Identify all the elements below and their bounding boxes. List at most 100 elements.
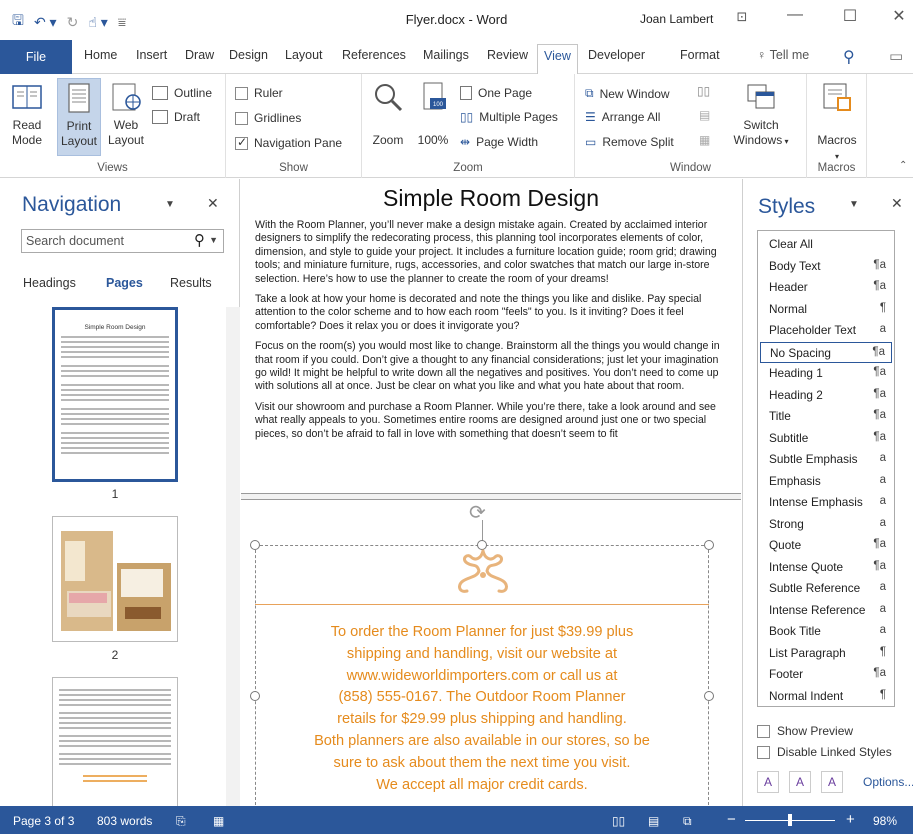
style-inspector-button[interactable]: A <box>789 771 811 793</box>
document-area[interactable]: Simple Room Design With the Room Planner… <box>241 179 741 806</box>
outline-button[interactable]: Outline <box>152 86 212 100</box>
ribbon-display-options-icon[interactable]: ⊡ <box>727 9 757 25</box>
style-item[interactable]: Footer ¶a <box>760 664 892 685</box>
navigation-search-input[interactable]: Search document ⚲ ▼ <box>21 229 224 253</box>
user-name[interactable]: Joan Lambert <box>640 12 713 26</box>
style-item[interactable]: Subtitle ¶a <box>760 428 892 449</box>
zoom-button[interactable]: Zoom <box>368 80 408 148</box>
style-item[interactable]: Quote ¶a <box>760 535 892 556</box>
view-side-by-side-button[interactable]: ▯▯ <box>697 84 710 98</box>
resize-handle[interactable] <box>704 540 714 550</box>
page-count[interactable]: Page 3 of 3 <box>13 814 74 828</box>
close-button[interactable]: ✕ <box>884 6 913 26</box>
new-window-button[interactable]: ⧉ New Window <box>585 86 670 101</box>
style-item[interactable]: Clear All <box>760 234 892 255</box>
collapse-ribbon-icon[interactable]: ⌃ <box>899 160 907 171</box>
zoom-level[interactable]: 98% <box>873 814 897 828</box>
minimize-button[interactable]: — <box>780 6 810 24</box>
search-icon[interactable]: ⚲ <box>194 231 205 249</box>
style-item[interactable]: Subtle Emphasis a <box>760 449 892 470</box>
draft-button[interactable]: Draft <box>152 110 200 124</box>
chevron-down-icon[interactable]: ▼ <box>209 235 218 245</box>
style-item-selected[interactable]: No Spacing ¶a <box>760 341 892 363</box>
style-item[interactable]: Normal Indent ¶ <box>760 686 892 707</box>
style-item[interactable]: Placeholder Text a <box>760 320 892 341</box>
resize-handle[interactable] <box>704 691 714 701</box>
read-mode-view-icon[interactable]: ▯▯ <box>612 814 625 828</box>
tab-results[interactable]: Results <box>170 276 212 290</box>
style-item[interactable]: Intense Emphasis a <box>760 492 892 513</box>
word-count[interactable]: 803 words <box>97 814 152 828</box>
style-item[interactable]: List Paragraph ¶ <box>760 643 892 664</box>
macros-button[interactable]: Macros ▾ <box>811 80 863 164</box>
styles-options-link[interactable]: Options... <box>863 775 913 789</box>
manage-styles-button[interactable]: A <box>821 771 843 793</box>
tab-home[interactable]: Home <box>84 48 117 62</box>
read-mode-button[interactable]: Read Mode <box>8 80 46 148</box>
macro-recording-icon[interactable]: ▦ <box>213 814 224 828</box>
print-layout-view-icon[interactable]: ▤ <box>648 814 659 828</box>
web-layout-button[interactable]: Web Layout <box>104 80 148 148</box>
tab-view[interactable]: View <box>537 44 578 75</box>
resize-handle[interactable] <box>250 540 260 550</box>
close-icon[interactable]: ✕ <box>207 195 219 212</box>
switch-windows-button[interactable]: Switch Windows ▾ <box>733 80 789 149</box>
one-page-button[interactable]: One Page <box>460 86 532 100</box>
maximize-button[interactable]: ☐ <box>835 6 865 26</box>
style-item[interactable]: Book Title a <box>760 621 892 642</box>
tab-insert[interactable]: Insert <box>136 48 167 62</box>
gridlines-checkbox[interactable]: Gridlines <box>235 111 301 125</box>
document-body[interactable]: With the Room Planner, you’ll never make… <box>255 219 729 448</box>
zoom-in-button[interactable]: + <box>846 811 855 828</box>
style-item[interactable]: Strong a <box>760 514 892 535</box>
tab-design[interactable]: Design <box>229 48 268 62</box>
pane-options-icon[interactable]: ▼ <box>165 199 175 210</box>
style-item[interactable]: Intense Reference a <box>760 600 892 621</box>
page-thumbnail-2[interactable] <box>52 516 178 642</box>
tab-developer[interactable]: Developer <box>588 48 645 62</box>
share-icon[interactable]: ⚲ <box>843 47 855 67</box>
navigation-pane-checkbox[interactable]: Navigation Pane <box>235 135 342 150</box>
tell-me-box[interactable]: ♀ Tell me <box>757 48 809 62</box>
page-thumbnail-1[interactable]: Simple Room Design <box>52 307 178 482</box>
tab-mailings[interactable]: Mailings <box>423 48 469 62</box>
synchronous-scrolling-button[interactable]: ▤ <box>699 108 710 122</box>
tab-review[interactable]: Review <box>487 48 528 62</box>
style-item[interactable]: Subtle Reference a <box>760 578 892 599</box>
close-icon[interactable]: ✕ <box>891 195 903 212</box>
navigation-scrollbar[interactable] <box>226 307 240 806</box>
tab-draw[interactable]: Draw <box>185 48 214 62</box>
multiple-pages-button[interactable]: ▯▯ Multiple Pages <box>460 110 558 124</box>
new-style-button[interactable]: A <box>757 771 779 793</box>
zoom-out-button[interactable]: − <box>727 811 736 828</box>
style-item[interactable]: Emphasis a <box>760 471 892 492</box>
arrange-all-button[interactable]: ☰ Arrange All <box>585 110 660 124</box>
reset-window-position-button[interactable]: ▦ <box>699 133 710 147</box>
style-item[interactable]: Title ¶a <box>760 406 892 427</box>
flyer-order-text[interactable]: To order the Room Planner for just $39.9… <box>271 622 693 796</box>
remove-split-button[interactable]: ▭ Remove Split <box>585 135 674 149</box>
style-item[interactable]: Body Text ¶a <box>760 256 892 277</box>
comments-icon[interactable]: ▭ <box>889 47 903 65</box>
page-thumbnail-3[interactable] <box>52 677 178 806</box>
style-item[interactable]: Heading 2 ¶a <box>760 385 892 406</box>
ruler-checkbox[interactable]: Ruler <box>235 86 283 100</box>
rotate-handle-icon[interactable]: ⟳ <box>469 500 486 525</box>
style-item[interactable]: Heading 1 ¶a <box>760 363 892 384</box>
tab-file[interactable]: File <box>0 40 72 74</box>
zoom-100-button[interactable]: 100 100% <box>414 80 452 148</box>
print-layout-button[interactable]: Print Layout <box>57 78 101 156</box>
pane-options-icon[interactable]: ▼ <box>849 199 859 210</box>
web-layout-view-icon[interactable]: ⧉ <box>683 814 692 829</box>
style-item[interactable]: Intense Quote ¶a <box>760 557 892 578</box>
proofing-icon[interactable]: ⎘ <box>176 814 186 829</box>
style-item[interactable]: Header ¶a <box>760 277 892 298</box>
style-item[interactable]: Normal ¶ <box>760 299 892 320</box>
page-width-button[interactable]: ⇹ Page Width <box>460 135 538 149</box>
tab-format[interactable]: Format <box>680 48 720 62</box>
tab-references[interactable]: References <box>342 48 406 62</box>
resize-handle[interactable] <box>250 691 260 701</box>
zoom-slider-thumb[interactable] <box>788 814 792 826</box>
tab-layout[interactable]: Layout <box>285 48 323 62</box>
tab-headings[interactable]: Headings <box>23 276 76 290</box>
